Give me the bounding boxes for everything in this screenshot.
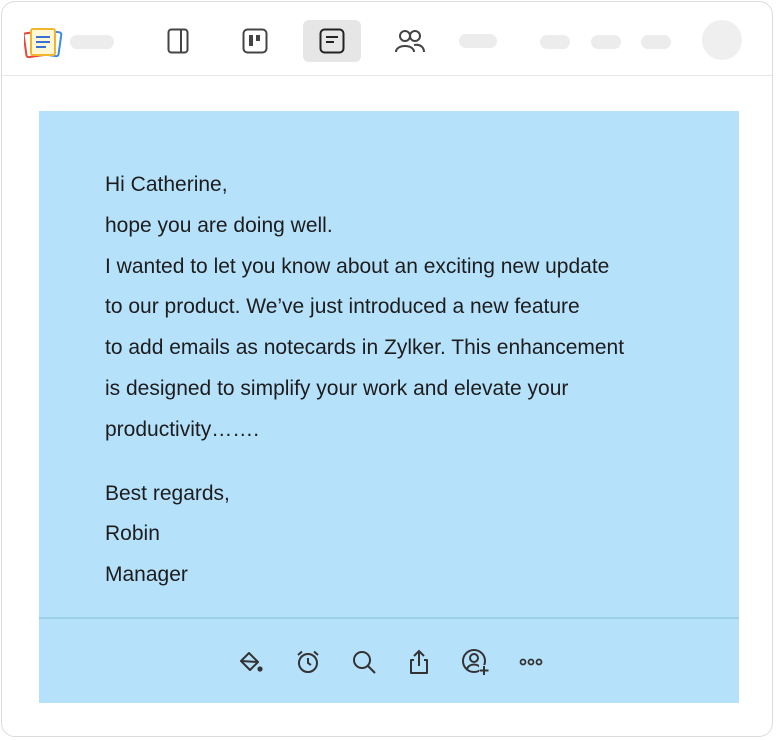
note-line: hope you are doing well. xyxy=(105,213,333,237)
note-signature-name: Robin xyxy=(105,522,160,546)
note-greeting: Hi Catherine, xyxy=(105,173,228,196)
notes-app-logo-icon[interactable] xyxy=(22,26,64,59)
menu-placeholder xyxy=(641,35,671,49)
notecard[interactable]: Hi Catherine, hope you are doing well. I… xyxy=(39,111,739,703)
people-icon[interactable] xyxy=(381,20,439,62)
search-icon[interactable] xyxy=(350,648,378,676)
top-bar xyxy=(2,2,772,76)
paint-bucket-icon[interactable] xyxy=(237,648,265,676)
menu-placeholder xyxy=(459,34,497,48)
menu-placeholder xyxy=(591,35,621,49)
notebook-icon[interactable] xyxy=(149,20,207,62)
alarm-icon[interactable] xyxy=(294,648,322,676)
menu-placeholder xyxy=(540,35,570,49)
more-icon[interactable] xyxy=(517,648,545,676)
notecard-view-icon[interactable] xyxy=(303,20,361,62)
note-line: to our product. We’ve just introduced a … xyxy=(105,295,580,319)
board-view-icon[interactable] xyxy=(226,20,284,62)
note-signature-title: Manager xyxy=(105,563,188,587)
note-line: I wanted to let you know about an exciti… xyxy=(105,254,610,278)
note-closing: Best regards, xyxy=(105,481,230,505)
note-content[interactable]: Hi Catherine, hope you are doing well. I… xyxy=(105,165,715,596)
add-user-icon[interactable] xyxy=(461,648,489,676)
avatar[interactable] xyxy=(702,20,742,60)
app-name-placeholder xyxy=(70,35,114,49)
share-icon[interactable] xyxy=(405,648,433,676)
notecard-toolbar xyxy=(39,619,739,703)
note-line: productivity……. xyxy=(105,417,260,441)
app-window: Hi Catherine, hope you are doing well. I… xyxy=(1,1,773,737)
note-line: to add emails as notecards in Zylker. Th… xyxy=(105,336,625,360)
note-line: is designed to simplify your work and el… xyxy=(105,376,569,400)
